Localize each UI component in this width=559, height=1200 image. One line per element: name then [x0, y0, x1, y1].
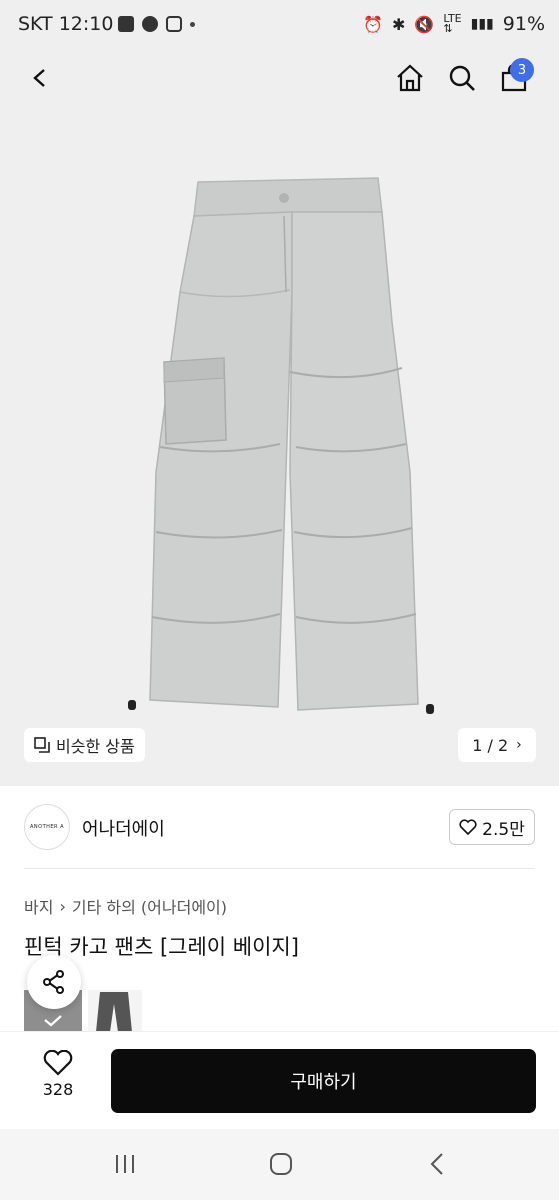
recent-apps-icon[interactable] [113, 1152, 137, 1176]
image-pager[interactable]: 1 / 2 › [458, 728, 536, 762]
talk-icon [142, 16, 158, 32]
gallery-icon [118, 16, 134, 32]
breadcrumb-item-category[interactable]: 바지 [24, 894, 53, 918]
breadcrumb: 바지 › 기타 하의 (어나더에이) [24, 894, 227, 918]
status-time: SKT 12:10 [18, 13, 114, 35]
product-image-gallery[interactable] [0, 52, 559, 786]
heart-icon [459, 819, 477, 835]
status-right-icons: ⏰ ✱ 🔇 LTE ⇅ ▮▮▮ 91% [363, 13, 545, 35]
brand-logo-text: ANOTHER A [29, 824, 65, 830]
buy-button[interactable]: 구매하기 [111, 1049, 536, 1113]
signal-icon: ▮▮▮ [470, 16, 494, 32]
search-icon [449, 65, 475, 91]
brand-like-button[interactable]: 2.5만 [449, 809, 535, 845]
home-button[interactable] [388, 56, 432, 100]
brand-like-count: 2.5만 [482, 819, 525, 840]
system-nav-bar [0, 1129, 559, 1200]
mute-icon: 🔇 [414, 14, 435, 34]
dot-icon [190, 21, 195, 27]
breadcrumb-item-subcategory[interactable]: 기타 하의 (어나더에이) [72, 894, 227, 918]
wishlist-button[interactable]: 328 [24, 1050, 92, 1110]
color-option[interactable] [88, 990, 142, 1032]
chevron-left-icon [33, 69, 45, 87]
back-button[interactable] [18, 56, 62, 100]
home-nav-icon[interactable] [268, 1151, 294, 1177]
wishlist-count: 328 [42, 1080, 74, 1099]
brand-logo[interactable]: ANOTHER A [24, 804, 70, 850]
chevron-right-icon: › [59, 896, 66, 916]
pager-text: 1 / 2 [472, 735, 509, 755]
status-bar: SKT 12:10 ⏰ ✱ 🔇 LTE ⇅ ▮▮▮ 91% [0, 0, 559, 52]
alarm-icon: ⏰ [363, 14, 384, 34]
share-button[interactable] [27, 955, 81, 1009]
back-nav-icon[interactable] [428, 1152, 448, 1176]
battery-level: 91% [502, 13, 545, 35]
bluetooth-icon: ✱ [392, 14, 406, 34]
home-icon [397, 64, 423, 92]
similar-products-button[interactable]: 비슷한 상품 [24, 728, 145, 762]
similar-products-label: 비슷한 상품 [56, 737, 135, 756]
heart-icon [43, 1050, 73, 1076]
pants-thumbnail-icon [96, 992, 132, 1032]
status-left-icons [118, 16, 195, 32]
chevron-right-icon: › [516, 737, 522, 753]
lte-icon: LTE ⇅ [443, 12, 462, 35]
instagram-icon [166, 16, 182, 32]
search-button[interactable] [440, 56, 484, 100]
share-icon [43, 970, 64, 994]
copy-icon [34, 737, 50, 753]
brand-name[interactable]: 어나더에이 [82, 815, 165, 841]
product-photo [128, 177, 434, 714]
divider [24, 868, 535, 869]
cart-count-badge: 3 [510, 58, 534, 82]
